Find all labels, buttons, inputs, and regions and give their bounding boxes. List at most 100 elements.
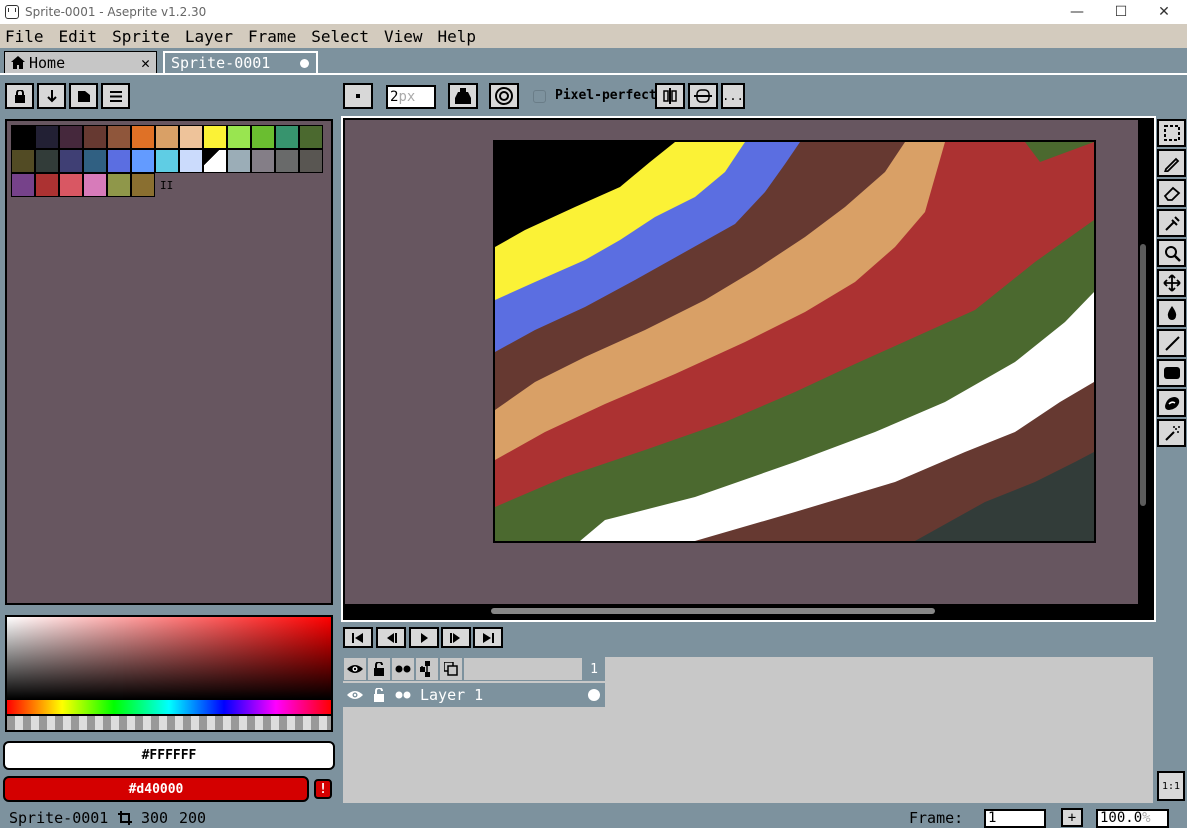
palette-swatch[interactable] xyxy=(203,125,227,149)
line-tool-button[interactable] xyxy=(1157,329,1186,357)
lock-header[interactable] xyxy=(367,657,391,681)
sprite-canvas[interactable] xyxy=(493,140,1096,543)
tab-home[interactable]: Home ✕ xyxy=(4,51,157,73)
palette-swatch[interactable] xyxy=(59,149,83,173)
palette-swatch[interactable] xyxy=(107,149,131,173)
brush-type-button[interactable] xyxy=(343,83,373,109)
palette-swatch[interactable] xyxy=(59,173,83,197)
more-options-button[interactable]: ... xyxy=(721,83,745,109)
frame-number-input[interactable]: 1 xyxy=(984,809,1046,828)
pixel-perfect-checkbox[interactable] xyxy=(533,90,546,103)
cel-frame-1[interactable] xyxy=(583,683,605,707)
layer-name[interactable]: Layer 1 xyxy=(415,683,583,707)
menu-edit[interactable]: Edit xyxy=(59,27,98,46)
lock-button[interactable] xyxy=(5,83,34,109)
palette-swatch[interactable] xyxy=(35,173,59,197)
layer-visibility-toggle[interactable] xyxy=(343,683,367,707)
palette-swatch[interactable] xyxy=(251,149,275,173)
next-frame-button[interactable] xyxy=(441,627,471,648)
play-button[interactable] xyxy=(409,627,439,648)
palette-swatch[interactable] xyxy=(11,125,35,149)
symmetry-horizontal-button[interactable] xyxy=(688,83,718,109)
palette-resize-handle[interactable]: II xyxy=(160,179,173,192)
palette-swatch[interactable] xyxy=(11,149,35,173)
color-warning-button[interactable]: ! xyxy=(314,779,332,799)
move-tool-button[interactable] xyxy=(1157,269,1186,297)
vertical-scrollbar[interactable] xyxy=(1140,244,1146,506)
palette-swatch[interactable] xyxy=(227,125,251,149)
presets-button[interactable] xyxy=(69,83,98,109)
palette-swatch[interactable] xyxy=(35,125,59,149)
palette-swatch[interactable] xyxy=(131,149,155,173)
palette-swatch[interactable] xyxy=(299,149,323,173)
palette-swatch[interactable] xyxy=(155,125,179,149)
close-icon[interactable]: ✕ xyxy=(141,54,150,72)
fill-tool-button[interactable] xyxy=(1157,299,1186,327)
palette-swatch[interactable] xyxy=(275,125,299,149)
sprite-editor[interactable] xyxy=(341,116,1156,622)
palette-swatch[interactable] xyxy=(83,125,107,149)
opacity-button[interactable] xyxy=(489,83,519,109)
palette-swatch[interactable] xyxy=(227,149,251,173)
rectangle-tool-button[interactable] xyxy=(1157,359,1186,387)
spray-tool-button[interactable] xyxy=(1157,419,1186,447)
palette-swatch[interactable] xyxy=(59,125,83,149)
palette-swatch[interactable] xyxy=(131,125,155,149)
layer-row[interactable]: Layer 1 xyxy=(343,683,605,707)
brush-size-field[interactable]: 2px xyxy=(386,85,436,109)
menu-file[interactable]: File xyxy=(5,27,44,46)
palette-swatch[interactable] xyxy=(203,149,227,173)
palette-swatch[interactable] xyxy=(107,125,131,149)
last-frame-button[interactable] xyxy=(473,627,503,648)
layer-lock-toggle[interactable] xyxy=(367,683,391,707)
zoom-input[interactable]: 100.0% xyxy=(1096,809,1169,828)
palette-swatch[interactable] xyxy=(107,173,131,197)
menu-help[interactable]: Help xyxy=(438,27,477,46)
group-header[interactable] xyxy=(415,657,439,681)
timeline-scale-button[interactable]: 1:1 xyxy=(1157,771,1185,801)
menu-frame[interactable]: Frame xyxy=(248,27,296,46)
sort-button[interactable] xyxy=(37,83,66,109)
zoom-tool-button[interactable] xyxy=(1157,239,1186,267)
foreground-color-button[interactable]: #FFFFFF xyxy=(3,741,335,770)
eraser-tool-button[interactable] xyxy=(1157,179,1186,207)
menu-select[interactable]: Select xyxy=(311,27,369,46)
color-spectrum[interactable] xyxy=(5,615,333,701)
first-frame-button[interactable] xyxy=(343,627,373,648)
horizontal-scrollbar[interactable] xyxy=(491,608,935,614)
tab-sprite[interactable]: Sprite-0001 xyxy=(163,51,318,73)
pencil-tool-button[interactable] xyxy=(1157,149,1186,177)
previous-frame-button[interactable] xyxy=(376,627,406,648)
continuous-header[interactable] xyxy=(391,657,415,681)
ink-button[interactable] xyxy=(448,83,478,109)
onion-skin-header[interactable] xyxy=(439,657,463,681)
marquee-tool-button[interactable] xyxy=(1157,119,1186,147)
palette-swatch[interactable] xyxy=(11,173,35,197)
palette-swatch[interactable] xyxy=(83,173,107,197)
palette-swatch[interactable] xyxy=(179,149,203,173)
menu-view[interactable]: View xyxy=(384,27,423,46)
layer-continuous-toggle[interactable] xyxy=(391,683,415,707)
palette-swatch[interactable] xyxy=(131,173,155,197)
minimize-button[interactable]: — xyxy=(1054,0,1100,24)
frame-header-1[interactable]: 1 xyxy=(583,657,605,681)
palette-swatch[interactable] xyxy=(155,149,179,173)
palette-swatch[interactable] xyxy=(251,125,275,149)
eyedropper-tool-button[interactable] xyxy=(1157,209,1186,237)
palette-options-button[interactable] xyxy=(101,83,130,109)
close-window-button[interactable]: ✕ xyxy=(1141,0,1187,24)
palette-swatch[interactable] xyxy=(275,149,299,173)
visibility-header[interactable] xyxy=(343,657,367,681)
add-frame-button[interactable]: + xyxy=(1061,808,1083,827)
timeline-panel[interactable]: 1 Layer 1 xyxy=(342,656,1154,804)
symmetry-vertical-button[interactable] xyxy=(655,83,685,109)
palette-swatch[interactable] xyxy=(179,125,203,149)
menu-layer[interactable]: Layer xyxy=(185,27,233,46)
menu-sprite[interactable]: Sprite xyxy=(112,27,170,46)
background-color-button[interactable]: #d40000 xyxy=(3,776,309,802)
hue-slider[interactable] xyxy=(5,700,333,716)
palette-swatch[interactable] xyxy=(35,149,59,173)
alpha-slider[interactable] xyxy=(5,716,333,732)
maximize-button[interactable]: ☐ xyxy=(1098,0,1144,24)
palette-swatch[interactable] xyxy=(83,149,107,173)
